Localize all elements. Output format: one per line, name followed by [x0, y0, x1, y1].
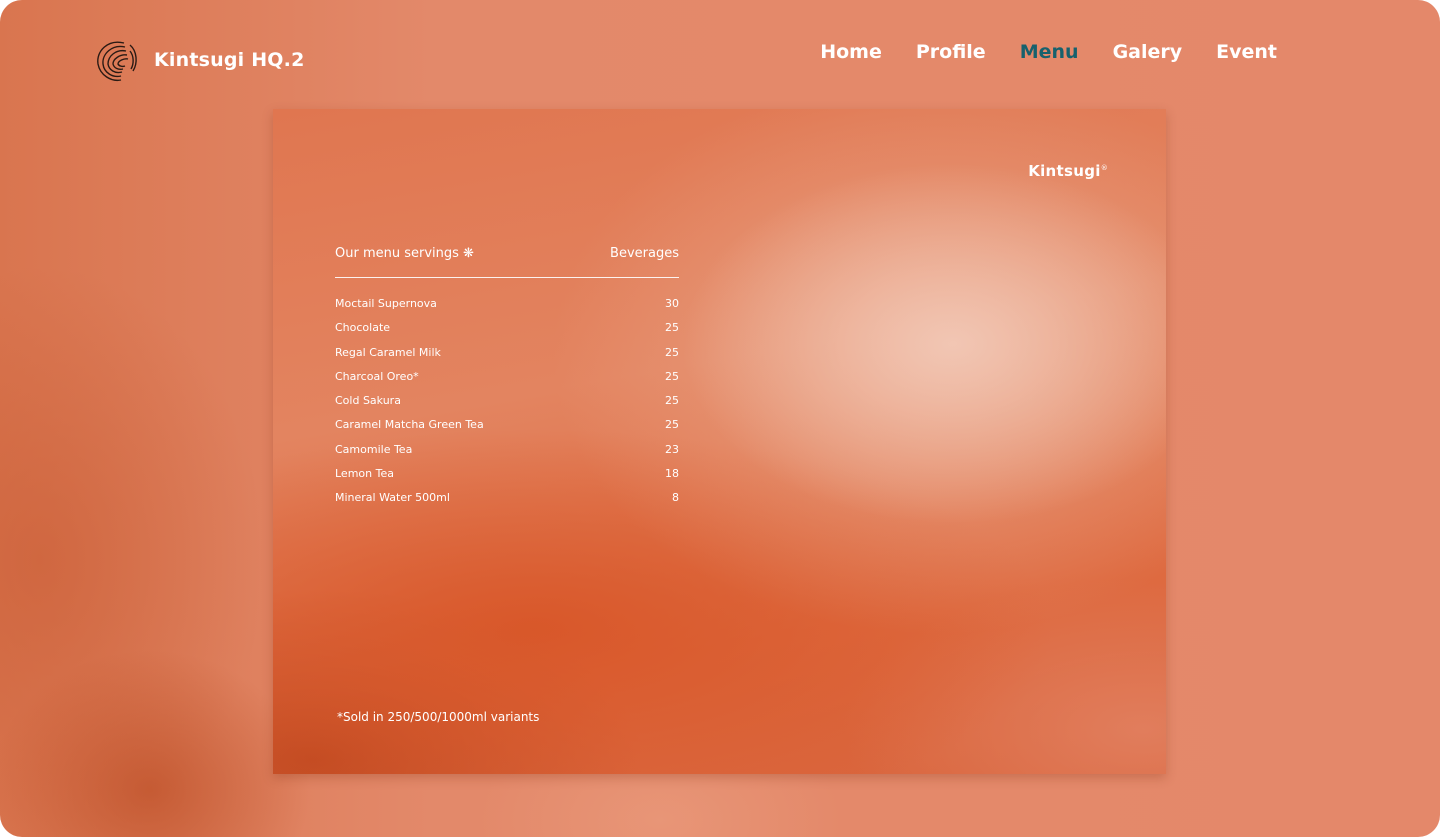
- menu-category: Beverages: [610, 246, 679, 261]
- concentric-rings-icon: [97, 41, 137, 82]
- item-name: Chocolate: [335, 321, 391, 335]
- menu-item: Chocolate 25: [335, 319, 679, 343]
- nav-home[interactable]: Home: [820, 38, 882, 66]
- item-price: 25: [665, 369, 679, 383]
- menu-item: Charcoal Oreo* 25: [335, 368, 679, 392]
- menu-item: Regal Caramel Milk 25: [335, 344, 679, 368]
- main-nav: Home Profile Menu Galery Event: [820, 38, 1277, 66]
- item-price: 25: [665, 345, 679, 359]
- card-logo-text: Kintsugi: [1028, 162, 1101, 180]
- menu-heading: Our menu servings ❋: [335, 246, 474, 261]
- item-name: Mineral Water 500ml: [335, 491, 450, 505]
- item-name: Cold Sakura: [335, 394, 401, 408]
- item-name: Camomile Tea: [335, 442, 413, 456]
- menu-item: Camomile Tea 23: [335, 441, 679, 465]
- card-logo: Kintsugi®: [1028, 162, 1108, 180]
- item-name: Lemon Tea: [335, 467, 394, 481]
- app-frame: Kintsugi HQ.2 Home Profile Menu Galery E…: [0, 0, 1440, 837]
- item-price: 25: [665, 394, 679, 408]
- registered-mark: ®: [1100, 164, 1108, 172]
- nav-event[interactable]: Event: [1216, 38, 1277, 66]
- item-price: 8: [672, 491, 679, 505]
- item-name: Moctail Supernova: [335, 297, 437, 310]
- nav-galery[interactable]: Galery: [1113, 38, 1183, 66]
- menu-item: Moctail Supernova 30: [335, 295, 679, 319]
- item-price: 25: [665, 418, 679, 432]
- item-price: 18: [665, 467, 679, 481]
- footnote: *Sold in 250/500/1000ml variants: [337, 710, 540, 724]
- item-price: 30: [665, 297, 679, 310]
- nav-menu[interactable]: Menu: [1020, 38, 1079, 66]
- menu-header: Our menu servings ❋ Beverages: [335, 246, 679, 261]
- brand-name: Kintsugi HQ.2: [154, 49, 305, 71]
- menu-card: Kintsugi® Our menu servings ❋ Beverages …: [273, 109, 1166, 774]
- item-price: 25: [665, 321, 679, 335]
- item-name: Regal Caramel Milk: [335, 345, 441, 359]
- nav-profile[interactable]: Profile: [916, 38, 986, 66]
- menu-item: Mineral Water 500ml 8: [335, 489, 679, 513]
- menu-item: Cold Sakura 25: [335, 392, 679, 416]
- item-name: Charcoal Oreo*: [335, 369, 419, 383]
- menu-item: Caramel Matcha Green Tea 25: [335, 416, 679, 440]
- menu-item: Lemon Tea 18: [335, 465, 679, 489]
- item-name: Caramel Matcha Green Tea: [335, 418, 484, 432]
- divider: [335, 277, 679, 278]
- item-price: 23: [665, 442, 679, 456]
- menu-list: Moctail Supernova 30 Chocolate 25 Regal Ca…: [335, 295, 679, 514]
- brand-logo[interactable]: Kintsugi HQ.2: [94, 37, 305, 83]
